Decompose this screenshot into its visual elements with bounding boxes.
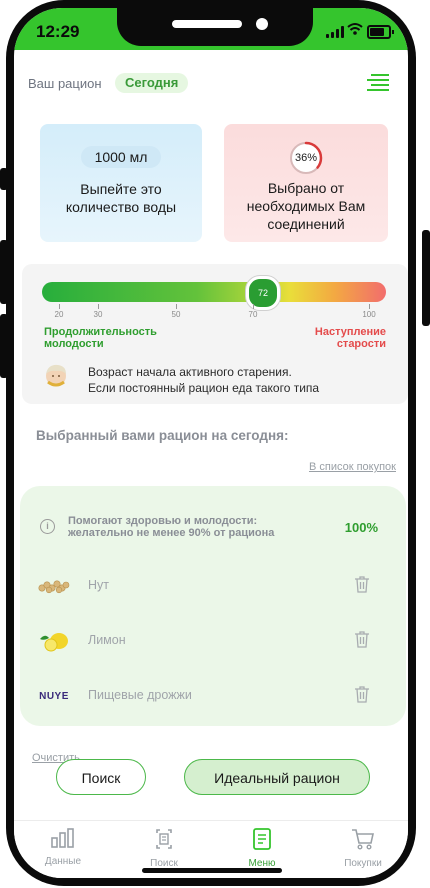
wifi-icon <box>347 23 363 35</box>
progress-ring: 36% <box>289 141 323 175</box>
legend-youth: Продолжительность молодости <box>44 326 157 350</box>
age-note: Возраст начала активного старения. Если … <box>88 364 319 396</box>
info-line2: желательно не менее 90% от рациона <box>68 527 275 539</box>
side-button-left-3 <box>0 314 8 378</box>
tick <box>98 304 99 309</box>
home-indicator <box>142 868 282 873</box>
water-text: Выпейте это количество воды <box>65 181 177 215</box>
notch <box>117 8 313 46</box>
tick-label: 30 <box>93 310 103 319</box>
signal-icon <box>326 26 344 38</box>
age-note-line1: Возраст начала активного старения. <box>88 365 292 379</box>
trash-icon[interactable] <box>354 685 370 703</box>
section-title: Выбранный вами рацион на сегодня: <box>36 428 289 443</box>
tick-label: 70 <box>248 310 258 319</box>
item-name: Нут <box>88 578 110 592</box>
chickpea-icon <box>36 573 72 599</box>
list-item[interactable]: Лимон <box>20 624 406 658</box>
item-name: Пищевые дрожжи <box>88 688 192 702</box>
camera-icon <box>256 18 268 30</box>
item-name: Лимон <box>88 633 126 647</box>
header: Ваш рацион Сегодня <box>14 68 408 98</box>
trash-icon[interactable] <box>354 575 370 593</box>
period-pill[interactable]: Сегодня <box>115 73 189 93</box>
age-marker: 72 <box>246 276 280 310</box>
food-list: i Помогают здоровью и молодости: желател… <box>20 486 406 726</box>
tab-label: Покупки <box>344 858 382 869</box>
header-title: Ваш рацион <box>28 76 102 91</box>
water-card: 1000 мл Выпейте это количество воды <box>40 124 202 242</box>
tab-shopping[interactable]: Покупки <box>328 827 398 869</box>
side-button-right <box>422 230 430 326</box>
selected-text: Выбрано от необходимых Вам соединений <box>246 180 366 232</box>
search-button[interactable]: Поиск <box>56 759 146 795</box>
tick <box>59 304 60 309</box>
tick-label: 50 <box>171 310 181 319</box>
youth-gradient-bar <box>42 282 386 302</box>
list-item[interactable]: Нут <box>20 569 406 603</box>
tick <box>253 304 254 309</box>
battery-icon <box>367 25 394 39</box>
hamburger-menu-icon[interactable] <box>367 72 391 94</box>
legend-old-age: Наступление старости <box>314 326 386 350</box>
nuye-brand-logo: NUYE <box>36 683 72 709</box>
selected-compounds-card: 36% Выбрано от необходимых Вам соединени… <box>224 124 388 242</box>
side-button-left-2 <box>0 240 8 304</box>
search-document-icon <box>156 829 172 849</box>
aging-face-icon <box>46 364 66 387</box>
water-amount: 1000 мл <box>80 146 162 168</box>
selected-percent: 36% <box>294 152 318 164</box>
tick <box>176 304 177 309</box>
info-icon[interactable]: i <box>40 519 55 534</box>
tick-label: 100 <box>362 310 376 319</box>
menu-document-icon <box>253 828 271 850</box>
cart-icon <box>352 829 374 850</box>
tab-data[interactable]: Данные <box>28 827 98 867</box>
list-item[interactable]: NUYE Пищевые дрожжи <box>20 679 406 713</box>
list-percent: 100% <box>344 520 378 535</box>
youth-scale-panel: 72 20 30 50 70 100 Продолжительность мол… <box>22 264 408 404</box>
app-screen: 12:29 Ваш рацион Сегодня 1000 мл Выпейте… <box>14 8 408 878</box>
tick-label: 20 <box>54 310 64 319</box>
tab-menu[interactable]: Меню <box>227 827 297 869</box>
bar-chart-icon <box>51 828 74 848</box>
info-line1: Помогают здоровью и молодости: <box>68 515 258 527</box>
side-button-left-1 <box>0 168 8 190</box>
tick <box>369 304 370 309</box>
trash-icon[interactable] <box>354 630 370 648</box>
tab-label: Данные <box>44 856 82 867</box>
info-text: Помогают здоровью и молодости: желательн… <box>68 515 274 539</box>
age-note-line2: Если постоянный рацион еда такого типа <box>88 381 320 395</box>
phone-device: 12:29 Ваш рацион Сегодня 1000 мл Выпейте… <box>0 0 430 888</box>
speaker-grille <box>172 20 242 28</box>
lemon-icon <box>36 628 72 654</box>
ideal-diet-button[interactable]: Идеальный рацион <box>184 759 370 795</box>
logo-text: NUYE <box>39 690 69 702</box>
status-time: 12:29 <box>36 22 80 41</box>
tab-search[interactable]: Поиск <box>129 827 199 869</box>
shopping-list-link[interactable]: В список покупок <box>309 461 396 473</box>
